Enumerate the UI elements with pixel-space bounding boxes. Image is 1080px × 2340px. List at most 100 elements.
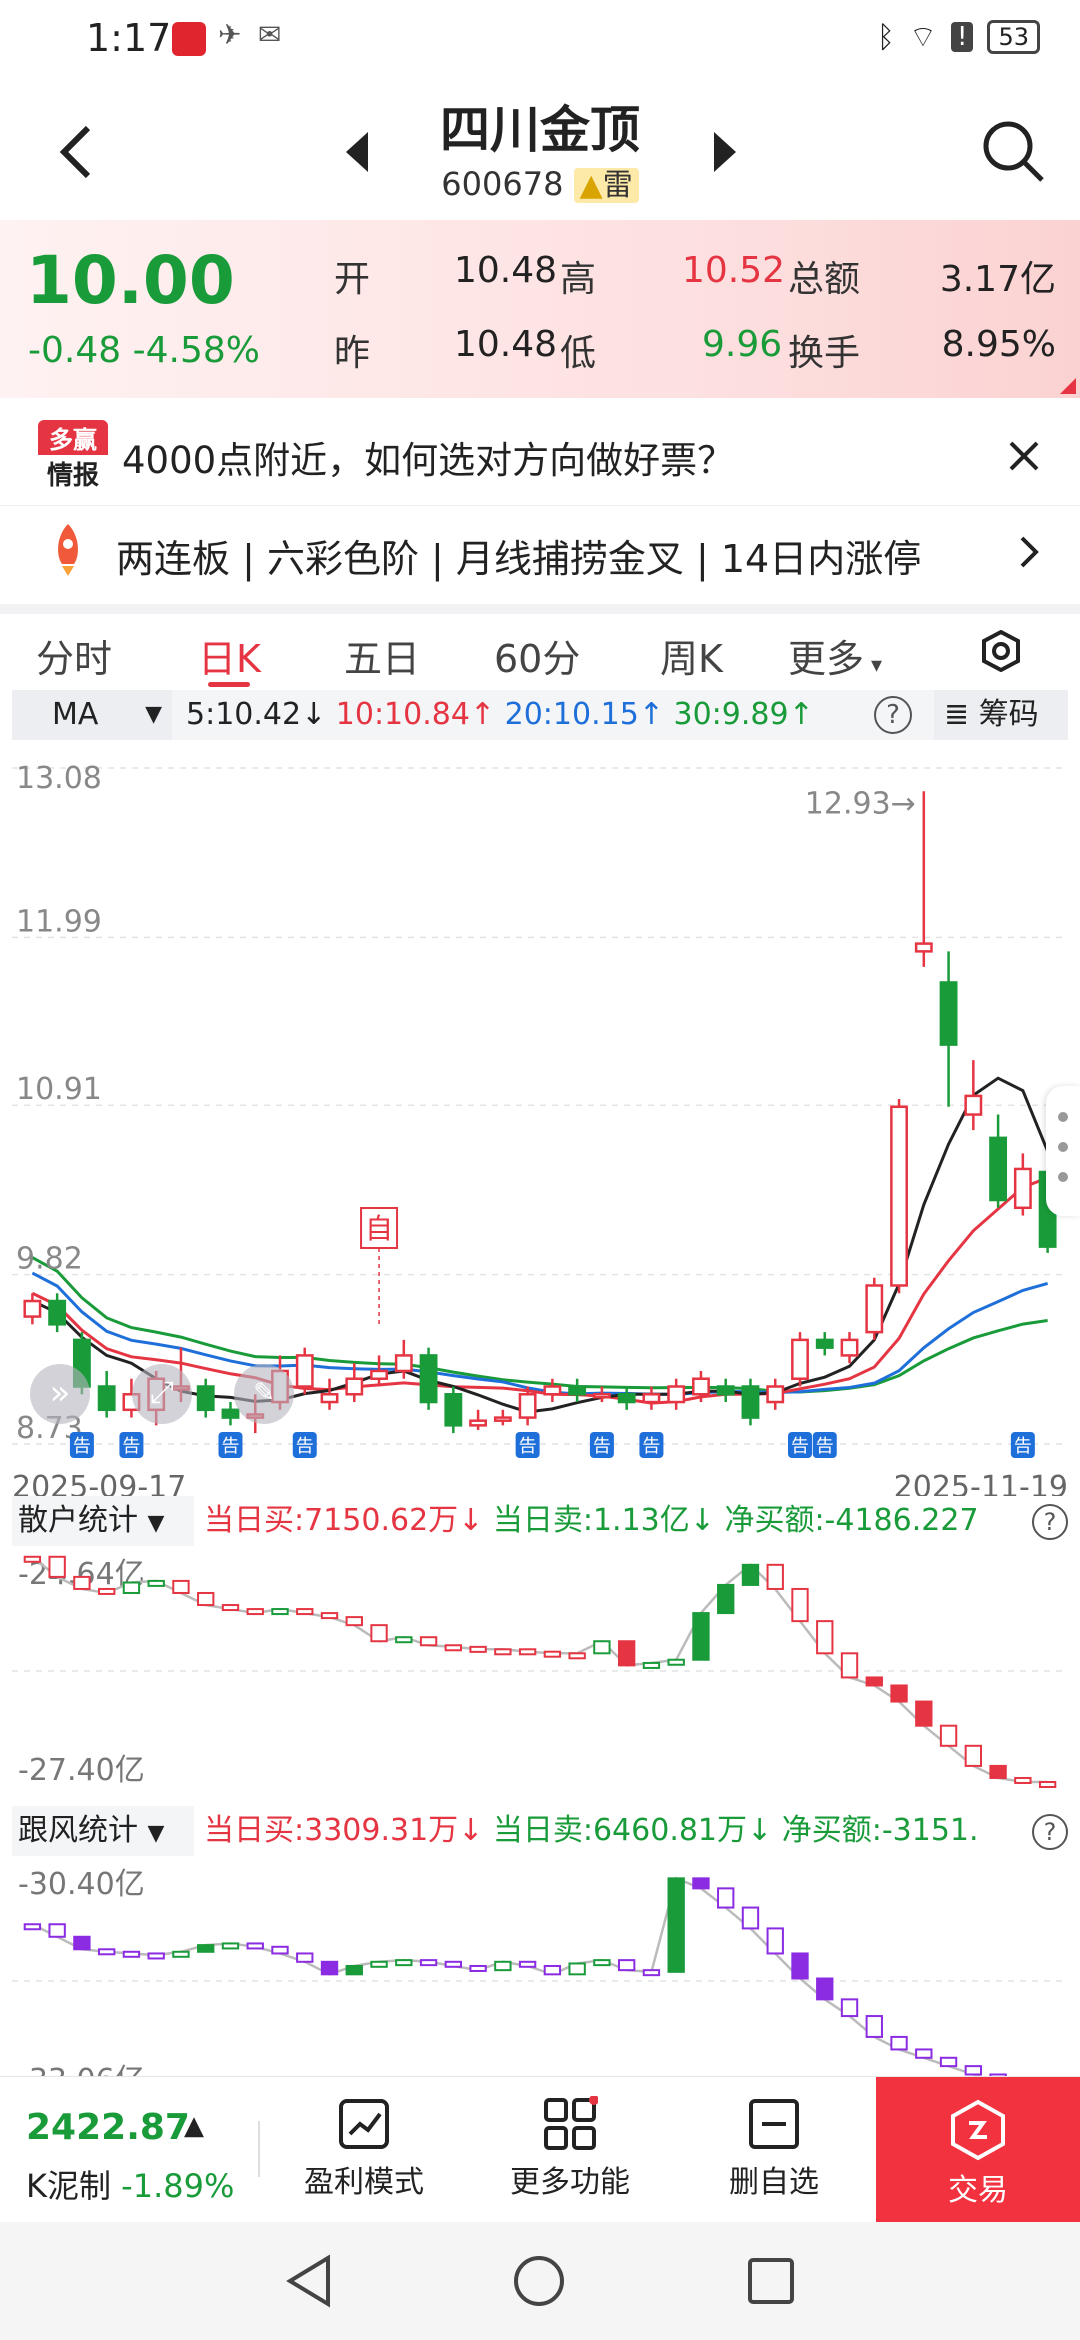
indicator-bar <box>642 1661 661 1669</box>
indicator-bar <box>370 1960 388 1968</box>
announcement-tag-label: 告 <box>816 1436 834 1457</box>
retail-stats-chart[interactable]: -24.64亿-27.40亿 <box>12 1546 1068 1806</box>
expand-panel-icon[interactable]: » <box>30 1364 90 1424</box>
ma-selector[interactable]: MA ▼ <box>12 690 172 740</box>
indicator-bar <box>320 1612 339 1620</box>
trade-button[interactable]: 交易 <box>876 2077 1080 2223</box>
change-pct: -4.58% <box>132 330 260 371</box>
candle-body <box>939 981 958 1046</box>
follower-stats-chart[interactable]: -30.40亿-33.06亿 <box>12 1856 1068 2080</box>
low-label: 低 <box>560 333 597 374</box>
remove-watchlist-button[interactable]: 删自选 <box>704 2091 844 2201</box>
y-tick-label: 13.08 <box>16 761 102 796</box>
status-bar: 1:17 ✈ ✉ ᛒ ⌔ ! 53 <box>0 0 1080 86</box>
announcement-tag-label: 告 <box>642 1436 660 1457</box>
kline-chart[interactable]: 13.0811.9910.919.828.7312.93→9.04自告告告告告告… <box>12 742 1068 1462</box>
indicator-bar <box>518 1960 537 1968</box>
tab-more[interactable]: 更多 ▾ <box>788 628 882 683</box>
indicator-bar <box>494 1648 512 1656</box>
ad-banner[interactable]: 多赢 情报 4000点附近，如何选对方向做好票？ <box>0 406 1080 506</box>
tab-weekly-k[interactable]: 周K <box>660 628 723 683</box>
more-functions-button[interactable]: 更多功能 <box>500 2091 640 2201</box>
candle-body <box>964 1094 983 1116</box>
price-change: -0.48 -4.58% <box>28 330 260 371</box>
help-icon[interactable]: ? <box>874 696 912 734</box>
retail-stats-header: 散户统计 ▼ 当日买:7150.62万↓ 当日卖:1.13亿↓ 净买额:-418… <box>12 1496 1068 1546</box>
indicator-bar <box>469 1645 487 1653</box>
announcement-tag-label: 告 <box>1014 1436 1032 1457</box>
high-label: 高 <box>560 259 597 300</box>
nav-recents-icon[interactable] <box>746 2256 796 2306</box>
help-icon[interactable]: ? <box>1032 1504 1068 1540</box>
nav-home-icon[interactable] <box>512 2254 566 2308</box>
prev-label: 昨 <box>334 333 371 374</box>
database-icon: ≣ <box>944 697 970 732</box>
candle-body <box>48 1299 67 1326</box>
indicator-bar <box>865 2015 883 2038</box>
tab-intraday[interactable]: 分时 <box>36 628 112 683</box>
warning-tag[interactable]: ▲雷 <box>573 168 639 203</box>
indicator-bar <box>469 1964 487 1972</box>
indicator-bar <box>221 1604 240 1612</box>
candle-body <box>97 1385 116 1412</box>
retail-net: 净买额:-4186.227 <box>724 1503 979 1538</box>
indicator-bar <box>1014 1776 1032 1784</box>
candle-body <box>419 1354 438 1404</box>
candle-body <box>23 1299 42 1318</box>
announcement-tag-label: 告 <box>221 1436 239 1457</box>
retail-stats-values: 当日买:7150.62万↓ 当日卖:1.13亿↓ 净买额:-4186.227 <box>204 1496 979 1546</box>
more-functions-label: 更多功能 <box>510 2165 630 2200</box>
indicator-bar <box>543 1964 562 1976</box>
warning-label: 雷 <box>602 168 633 203</box>
stock-code-line: 600678 ▲雷 <box>0 160 1080 204</box>
retail-stats-selector[interactable]: 散户统计 ▼ <box>12 1496 194 1546</box>
hot-topics-bar[interactable]: 两连板 | 六彩色阶 | 月线捕捞金叉 | 14日内涨停 <box>0 512 1080 592</box>
indicator-bar <box>766 1563 784 1590</box>
tab-daily-k[interactable]: 日K <box>198 628 261 683</box>
indicator-bar <box>122 1581 141 1594</box>
open-label: 开 <box>334 259 371 300</box>
y-tick-label: -27.40亿 <box>18 1753 145 1788</box>
expand-corner-icon[interactable] <box>1060 378 1076 394</box>
more-dots-icon <box>1058 1112 1068 1122</box>
tab-60min[interactable]: 60分 <box>494 628 580 683</box>
candle-body <box>865 1284 884 1334</box>
side-menu-handle[interactable] <box>1046 1086 1080 1216</box>
remove-watchlist-label: 删自选 <box>729 2165 819 2200</box>
index-ticker[interactable]: 2422.87 ▲ K泥制 -1.89% <box>0 2077 256 2223</box>
fullscreen-icon[interactable]: ⤢ <box>132 1364 192 1424</box>
indicator-bar <box>419 1636 438 1647</box>
signal-app-icon: ✈ <box>218 18 242 51</box>
indicator-bar <box>791 1587 809 1623</box>
announcement-tag-label: 告 <box>296 1436 314 1457</box>
indicator-bar <box>939 2056 958 2068</box>
settings-icon[interactable] <box>980 630 1022 672</box>
follower-stats-selector[interactable]: 跟风统计 ▼ <box>12 1806 194 1856</box>
tab-five-day[interactable]: 五日 <box>344 628 420 683</box>
indicator-bar <box>964 2065 983 2076</box>
candle-body <box>766 1385 785 1404</box>
indicator-bar <box>395 1636 413 1644</box>
indicator-bar <box>816 1620 834 1655</box>
indicator-bar <box>395 1959 413 1967</box>
chips-button[interactable]: ≣ 筹码 <box>934 690 1068 740</box>
next-stock-icon[interactable] <box>712 130 738 174</box>
indicator-bar <box>48 1555 66 1578</box>
candle-body <box>791 1338 809 1380</box>
chevron-right-icon[interactable] <box>1018 534 1040 570</box>
index-name: K泥制 <box>26 2167 111 2205</box>
search-icon[interactable] <box>980 118 1046 184</box>
candle-body <box>1013 1167 1032 1210</box>
nav-back-icon[interactable] <box>284 2254 334 2308</box>
candle-body <box>518 1393 537 1419</box>
draw-icon[interactable]: ✎ <box>234 1364 294 1424</box>
help-icon[interactable]: ? <box>1032 1814 1068 1850</box>
ad-text: 4000点附近，如何选对方向做好票？ <box>122 439 735 482</box>
close-icon[interactable] <box>1008 440 1040 472</box>
toolbar-divider <box>258 2121 260 2177</box>
indicator-bar <box>73 1935 91 1951</box>
indicator-bar <box>939 1724 958 1747</box>
indicator-bar <box>915 2048 933 2059</box>
profit-mode-button[interactable]: 盈利模式 <box>294 2091 434 2201</box>
quote-panel: 10.00 -0.48 -4.58% 开 10.48 高 10.52 总额 3.… <box>0 220 1080 398</box>
